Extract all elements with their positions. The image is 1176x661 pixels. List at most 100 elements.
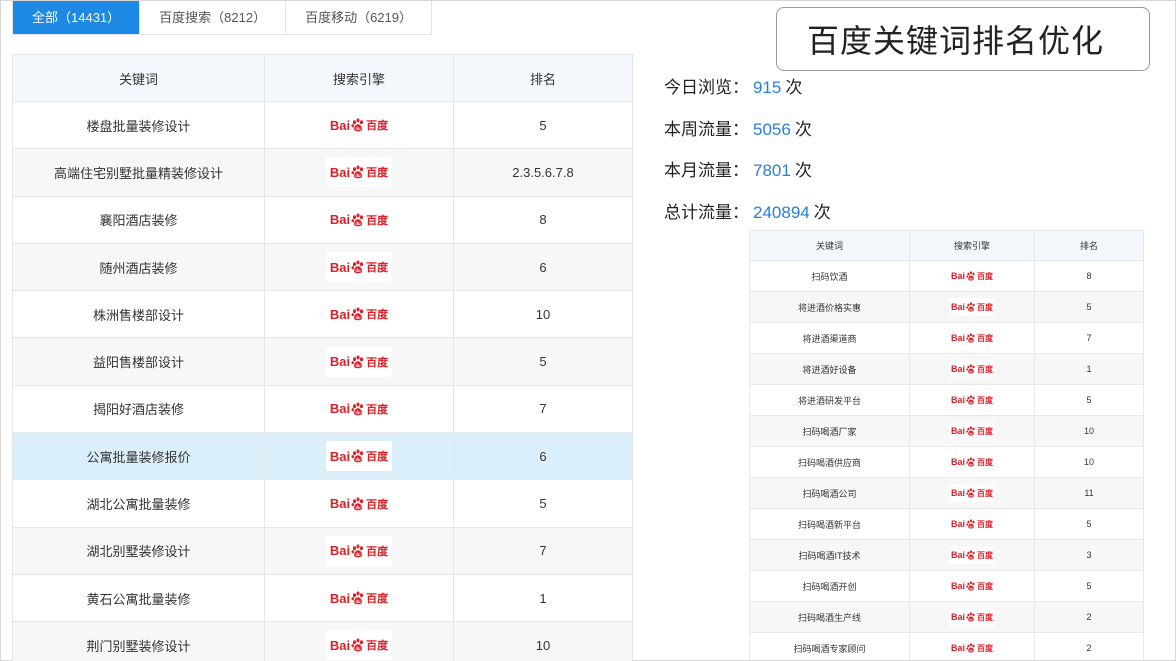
baidu-logo: Bai du 百度	[325, 535, 393, 566]
keyword-cell: 将进酒价格实惠	[749, 291, 910, 323]
baidu-logo: Bai du 百度	[325, 488, 393, 519]
engine-cell: Bai du 百度	[909, 260, 1035, 292]
baidu-logo-text-left: Bai	[950, 519, 965, 529]
baidu-paw-icon: du	[351, 355, 364, 368]
baidu-logo-text-right: 百度	[977, 271, 993, 281]
svg-text:du: du	[969, 587, 973, 591]
baidu-paw-icon: du	[351, 497, 364, 510]
svg-text:du: du	[356, 363, 362, 368]
keyword-cell: 扫码喝酒生产线	[749, 601, 910, 633]
baidu-logo-text-right: 百度	[977, 395, 993, 405]
baidu-logo-text-right: 百度	[366, 167, 389, 180]
engine-cell: Bai du 百度	[909, 446, 1035, 478]
engine-cell: Bai du 百度	[264, 290, 454, 339]
table-row: 扫码喝酒新平台 Bai du 百度 5	[749, 508, 1144, 540]
table-row: 扫码喝酒供应商 Bai du 百度 10	[749, 446, 1144, 478]
header-engine: 搜索引擎	[264, 54, 454, 102]
keyword-cell: 扫码喝酒厂家	[749, 415, 910, 447]
table-row: 扫码喝酒IT技术 Bai du 百度 3	[749, 539, 1144, 571]
baidu-logo: Bai du 百度	[948, 639, 995, 657]
table-row: 株洲售楼部设计 Bai du 百度 10	[12, 290, 633, 339]
table-row: 将进酒研发平台 Bai du 百度 5	[749, 384, 1144, 416]
tab-baidu-search[interactable]: 百度搜索（8212）	[140, 1, 287, 34]
baidu-logo: Bai du 百度	[948, 484, 995, 502]
baidu-paw-icon: du	[966, 581, 975, 591]
baidu-paw-icon: du	[351, 591, 364, 605]
baidu-logo-text-right: 百度	[977, 550, 993, 560]
engine-cell: Bai du 百度	[264, 384, 454, 434]
keyword-cell: 公寓批量装修报价	[12, 432, 265, 481]
baidu-logo: Bai du 百度	[325, 393, 393, 424]
header-rank: 排名	[1034, 230, 1144, 261]
keyword-cell: 扫码喝酒IT技术	[749, 539, 910, 571]
tab-baidu-mobile[interactable]: 百度移动（6219）	[286, 1, 431, 34]
rank-cell: 5	[1034, 384, 1144, 416]
rank-cell: 1	[1034, 353, 1144, 385]
baidu-logo-text-left: Bai	[950, 581, 965, 591]
rank-cell: 5	[453, 100, 633, 150]
baidu-logo-text-left: Bai	[950, 488, 965, 498]
baidu-logo: Bai du 百度	[325, 583, 393, 614]
table-row: 公寓批量装修报价 Bai du 百度 6	[12, 432, 633, 481]
stat-value: 5056	[753, 119, 791, 139]
keyword-cell: 将进酒好设备	[749, 353, 910, 385]
svg-text:du: du	[969, 370, 973, 374]
baidu-logo-text-right: 百度	[366, 545, 389, 558]
rank-cell: 2	[1034, 632, 1144, 661]
baidu-logo-text-right: 百度	[366, 451, 389, 464]
baidu-logo: Bai du 百度	[325, 252, 393, 283]
baidu-logo-text-right: 百度	[366, 640, 389, 653]
svg-text:du: du	[969, 618, 973, 622]
stat-unit: 次	[813, 202, 831, 222]
baidu-logo-text-right: 百度	[366, 214, 389, 227]
baidu-paw-icon: du	[966, 643, 975, 653]
svg-text:du: du	[356, 552, 362, 557]
svg-text:du: du	[356, 646, 362, 651]
rank-cell: 6	[453, 242, 633, 292]
keyword-cell: 扫码喝酒公司	[749, 477, 910, 509]
baidu-logo-text-right: 百度	[366, 262, 389, 275]
page-title: 百度关键词排名优化	[776, 7, 1150, 71]
keyword-cell: 高端住宅别墅批量精装修设计	[12, 148, 265, 197]
rank-cell: 10	[453, 290, 633, 339]
baidu-logo: Bai du 百度	[948, 329, 995, 347]
table-row: 楼盘批量装修设计 Bai du 百度 5	[12, 100, 633, 150]
baidu-paw-icon: du	[966, 612, 975, 622]
tab-all[interactable]: 全部（14431）	[13, 1, 141, 34]
table-row: 益阳售楼部设计 Bai du 百度 5	[12, 337, 633, 386]
engine-cell: Bai du 百度	[909, 322, 1035, 354]
svg-text:du: du	[356, 268, 362, 273]
table-row: 黄石公寓批量装修 Bai du 百度 1	[12, 573, 633, 623]
rank-cell: 1	[453, 573, 633, 623]
keyword-cell: 湖北别墅装修设计	[12, 526, 265, 575]
engine-cell: Bai du 百度	[264, 432, 454, 481]
baidu-logo-text-right: 百度	[366, 356, 389, 369]
baidu-paw-icon: du	[966, 333, 975, 343]
baidu-paw-icon: du	[351, 260, 364, 274]
rank-cell: 5	[453, 337, 633, 386]
engine-cell: Bai du 百度	[264, 242, 454, 292]
baidu-paw-icon: du	[966, 271, 975, 281]
baidu-logo-text-right: 百度	[977, 519, 993, 529]
baidu-logo-text-right: 百度	[366, 498, 389, 511]
stat-label: 今日浏览：	[664, 78, 749, 97]
baidu-logo-text-left: Bai	[329, 448, 351, 464]
keyword-cell: 扫码喝酒专家顾问	[749, 632, 910, 661]
baidu-paw-icon: du	[966, 519, 975, 529]
baidu-logo: Bai du 百度	[948, 515, 995, 533]
baidu-logo-text-right: 百度	[366, 403, 389, 416]
baidu-logo-text-left: Bai	[329, 212, 351, 228]
table-row: 将进酒价格实惠 Bai du 百度 5	[749, 291, 1144, 323]
keyword-cell: 随州酒店装修	[12, 242, 265, 292]
baidu-logo: Bai du 百度	[948, 608, 995, 626]
baidu-logo: Bai du 百度	[325, 157, 393, 188]
baidu-logo-text-right: 百度	[977, 333, 993, 343]
baidu-logo: Bai du 百度	[948, 577, 995, 595]
svg-text:du: du	[969, 463, 973, 467]
svg-text:du: du	[969, 494, 973, 498]
baidu-paw-icon: du	[966, 364, 975, 374]
secondary-ranking-table: 关键词 搜索引擎 排名 扫码饮酒 Bai du 百度 8 将进酒价格实惠 Bai du 百度 5 将…	[749, 230, 1144, 661]
baidu-paw-icon: du	[966, 395, 975, 405]
engine-cell: Bai du 百度	[264, 573, 454, 623]
rank-cell: 11	[1034, 477, 1144, 509]
